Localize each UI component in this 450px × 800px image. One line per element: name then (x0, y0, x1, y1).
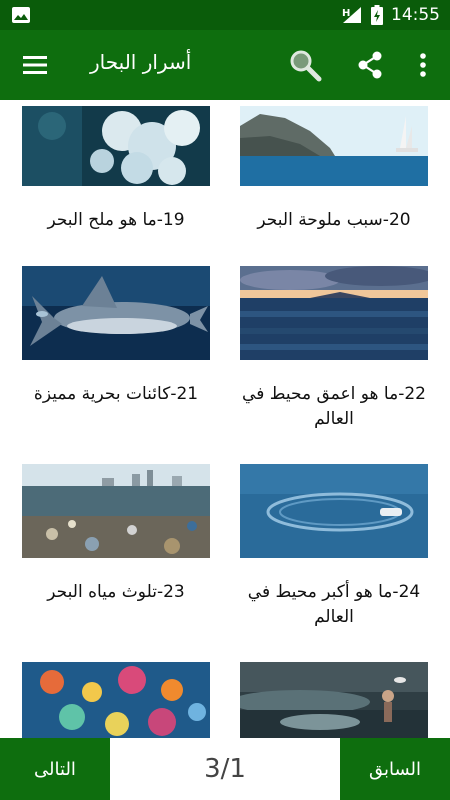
next-button[interactable]: التالى (0, 738, 110, 800)
article-card[interactable] (22, 662, 210, 738)
svg-text:H: H (342, 8, 350, 19)
article-thumbnail-coral (22, 106, 210, 186)
status-time: 14:55 (391, 5, 440, 25)
article-card[interactable] (240, 662, 428, 738)
article-card[interactable]: 21-كائنات بحرية مميزة (22, 266, 210, 407)
article-title: 19-ما هو ملح البحر (47, 210, 185, 230)
page-indicator: 3/1 (204, 754, 246, 784)
article-card[interactable]: 20-سبب ملوحة البحر (240, 106, 428, 233)
article-card[interactable]: 24-ما هو أكبر محيط في العالم (240, 464, 428, 630)
article-card[interactable]: 19-ما هو ملح البحر (22, 106, 210, 233)
article-thumbnail-mermaid-storm (240, 662, 428, 738)
search-icon[interactable] (288, 48, 322, 82)
status-bar: H 14:55 (0, 0, 450, 30)
menu-icon[interactable] (22, 52, 48, 78)
previous-button[interactable]: السابق (340, 738, 450, 800)
article-thumbnail-polluted-shore (22, 464, 210, 558)
article-card[interactable]: 22-ما هو اعمق محيط في العالم (240, 266, 428, 432)
article-title: 22-ما هو اعمق محيط في العالم (242, 384, 426, 429)
article-thumbnail-speedboat (240, 464, 428, 558)
article-thumbnail-coral-reef (22, 662, 210, 738)
app-title: أسرار البحار (90, 50, 192, 74)
article-thumbnail-ocean-sunset (240, 266, 428, 360)
battery-charging-icon (371, 5, 383, 25)
app-bar: أسرار البحار (0, 30, 450, 100)
image-icon (12, 7, 30, 23)
article-thumbnail-shark (22, 266, 210, 360)
article-title: 21-كائنات بحرية مميزة (33, 384, 199, 404)
article-title: 20-سبب ملوحة البحر (257, 210, 411, 230)
article-title: 24-ما هو أكبر محيط في العالم (247, 582, 421, 627)
article-title: 23-تلوث مياه البحر (47, 582, 185, 602)
signal-h-icon: H (342, 7, 361, 23)
articles-grid: 19-ما هو ملح البحر 20-سبب ملوحة البحر 21… (0, 100, 450, 738)
more-vert-icon[interactable] (413, 50, 433, 80)
pagination-bar: التالى 3/1 السابق (0, 738, 450, 800)
article-thumbnail-sailboat-cliff (240, 106, 428, 186)
article-card[interactable]: 23-تلوث مياه البحر (22, 464, 210, 605)
share-icon[interactable] (356, 50, 384, 80)
